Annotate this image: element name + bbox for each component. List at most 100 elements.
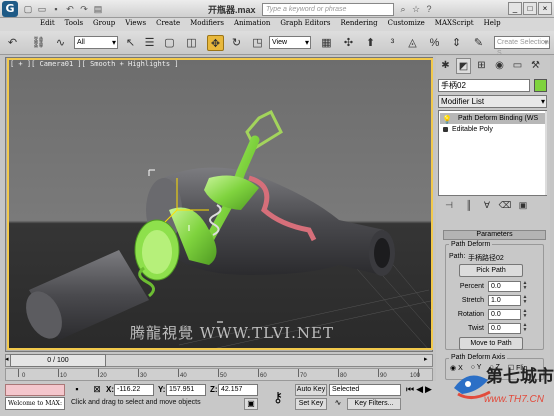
tab-utilities-icon[interactable]: ⚒ — [528, 58, 543, 74]
redo-icon[interactable]: ↷ — [78, 3, 90, 15]
menu-maxscript[interactable]: MAXScript — [431, 18, 480, 31]
select-and-link-icon[interactable]: ⛓ — [30, 35, 47, 51]
make-unique-icon[interactable]: ∀ — [480, 199, 494, 212]
menu-rendering[interactable]: Rendering — [336, 18, 383, 31]
menu-create[interactable]: Create — [152, 18, 186, 31]
percent-snap-icon[interactable]: % — [426, 35, 443, 51]
new-file-icon[interactable]: ▢ — [22, 3, 34, 15]
open-file-icon[interactable]: ▭ — [36, 3, 48, 15]
absolute-mode-icon[interactable]: ⊠ — [90, 384, 104, 396]
percent-spinner-arrows[interactable]: ▲ ▼ — [522, 281, 528, 292]
select-and-rotate-icon[interactable]: ↻ — [228, 35, 245, 51]
pivot-center-icon[interactable]: ▦ — [318, 35, 335, 51]
window-crossing-icon[interactable]: ◫ — [183, 35, 200, 51]
angle-snap-icon[interactable]: ◬ — [404, 35, 421, 51]
app-logo-icon[interactable]: G — [2, 1, 18, 17]
keyboard-shortcut-icon[interactable]: ⬆ — [362, 35, 379, 51]
menu-customize[interactable]: Customize — [384, 18, 431, 31]
tab-create-icon[interactable]: ✱ — [438, 58, 453, 74]
tab-motion-icon[interactable]: ◉ — [492, 58, 507, 74]
project-folder-icon[interactable]: ▤ — [92, 3, 104, 15]
star-icon[interactable]: ☆ — [410, 3, 422, 15]
select-by-name-icon[interactable]: ☰ — [141, 35, 158, 51]
tab-display-icon[interactable]: ▭ — [510, 58, 525, 74]
undo-button[interactable]: ↶ — [4, 35, 21, 51]
select-manipulate-icon[interactable]: ✣ — [340, 35, 357, 51]
next-frame-icon[interactable]: ▸ — [424, 355, 428, 363]
snaps-toggle-icon[interactable]: ³ — [384, 35, 401, 51]
select-object-icon[interactable]: ↖ — [122, 35, 139, 51]
lock-selection-icon[interactable]: ▪ — [70, 384, 84, 396]
menu-views[interactable]: Views — [121, 18, 152, 31]
save-icon[interactable]: ▪ — [50, 3, 62, 15]
menu-help[interactable]: Help — [480, 18, 507, 31]
menu-group[interactable]: Group — [89, 18, 121, 31]
welcome-field[interactable]: Welcome to MAX: — [5, 397, 65, 410]
maximize-button[interactable]: □ — [523, 2, 537, 15]
help-icon[interactable]: ? — [423, 3, 435, 15]
reference-coordinate-dropdown[interactable]: View — [269, 36, 311, 49]
stack-item-editable-poly[interactable]: Editable Poly — [440, 124, 545, 135]
show-end-result-icon[interactable]: ║ — [462, 199, 476, 212]
prev-frame-icon[interactable]: ◂ — [5, 355, 9, 363]
tab-hierarchy-icon[interactable]: ⊞ — [474, 58, 489, 74]
binoculars-icon[interactable]: ⌕ — [397, 3, 409, 15]
pin-stack-icon[interactable]: ⊣ — [442, 199, 456, 212]
menu-graph-editors[interactable]: Graph Editors — [276, 18, 336, 31]
named-selection-dropdown[interactable]: Create Selection S — [494, 36, 550, 57]
lightbulb-icon[interactable]: 💡 — [442, 114, 452, 124]
select-and-scale-icon[interactable]: ◳ — [249, 35, 266, 51]
prev-key-icon[interactable]: ◀ — [416, 384, 423, 395]
minimize-button[interactable]: _ — [508, 2, 522, 15]
percent-spinner[interactable]: 0.0 — [488, 281, 521, 292]
viewport-scene[interactable] — [9, 60, 433, 350]
key-filters-button[interactable]: Key Filters... — [347, 398, 401, 410]
edit-named-selection-icon[interactable]: ✎ — [470, 35, 487, 51]
x-coordinate-field[interactable]: -116.22 — [114, 384, 154, 396]
selection-filter-dropdown[interactable]: All — [74, 36, 118, 49]
stack-item-path-deform[interactable]: 💡 Path Deform Binding (WS — [440, 113, 545, 124]
spinner-snap-icon[interactable]: ⇕ — [448, 35, 465, 51]
menu-animation[interactable]: Animation — [230, 18, 276, 31]
object-color-swatch[interactable] — [534, 79, 547, 92]
menu-modifiers[interactable]: Modifiers — [186, 18, 230, 31]
play-icon[interactable]: ▶ — [425, 384, 432, 395]
configure-sets-icon[interactable]: ▣ — [516, 199, 530, 212]
rectangular-selection-icon[interactable]: ▢ — [161, 35, 178, 51]
stack-scrollbar[interactable] — [545, 111, 547, 195]
maxscript-listener-mini[interactable] — [5, 384, 65, 396]
key-selection-dropdown[interactable]: Selected — [329, 384, 401, 396]
twist-spinner-arrows[interactable]: ▲ ▼ — [522, 323, 528, 334]
add-time-tag-icon[interactable]: ▣ — [244, 398, 258, 410]
modifier-list-dropdown[interactable]: Modifier List — [438, 95, 547, 108]
stretch-spinner[interactable]: 1.0 — [488, 295, 521, 306]
z-coordinate-field[interactable]: 42.157 — [218, 384, 258, 396]
twist-spinner[interactable]: 0.0 — [488, 323, 521, 334]
set-key-button[interactable]: Set Key — [295, 398, 327, 410]
search-input[interactable]: Type a keyword or phrase — [262, 3, 394, 16]
menu-tools[interactable]: Tools — [61, 18, 89, 31]
undo-icon[interactable]: ↶ — [64, 3, 76, 15]
object-name-field[interactable]: 手柄02 — [438, 79, 530, 92]
viewport-label[interactable]: [ + ][ Camera01 ][ Smooth + Highlights ] — [10, 60, 179, 68]
menu-edit[interactable]: Edit — [36, 18, 61, 31]
go-to-start-icon[interactable]: ⏮ — [406, 384, 414, 395]
parameters-rollout-header[interactable]: Parameters — [443, 230, 546, 240]
tab-modify-icon[interactable]: ◩ — [456, 58, 471, 74]
remove-modifier-icon[interactable]: ⌫ — [498, 199, 512, 212]
time-slider-thumb[interactable]: 0 / 100 — [10, 354, 106, 367]
move-to-path-button[interactable]: Move to Path — [459, 337, 523, 350]
y-coordinate-field[interactable]: 157.951 — [166, 384, 206, 396]
close-button[interactable]: × — [538, 2, 552, 15]
curve-editor-icon[interactable]: ∿ — [331, 398, 345, 410]
bind-space-warp-icon[interactable]: ∿ — [52, 35, 69, 51]
select-and-move-icon[interactable]: ✥ — [207, 35, 224, 51]
stretch-spinner-arrows[interactable]: ▲ ▼ — [522, 295, 528, 306]
expand-icon[interactable] — [443, 127, 448, 132]
rotation-spinner[interactable]: 0.0 — [488, 309, 521, 320]
set-key-mode-key-icon[interactable]: ⚷ — [266, 384, 290, 410]
rotation-spinner-arrows[interactable]: ▲ ▼ — [522, 309, 528, 320]
camera-viewport[interactable] — [7, 58, 433, 350]
pick-path-button[interactable]: Pick Path — [459, 264, 523, 277]
track-bar[interactable]: 0 10 20 30 40 50 60 70 80 90 100 — [5, 368, 433, 381]
